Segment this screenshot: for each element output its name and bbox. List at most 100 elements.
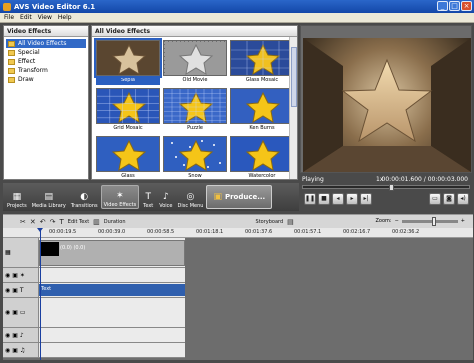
duration-button[interactable]: Duration: [104, 219, 126, 225]
effects-category-tree: Video Effects All Video Effects Special Ef…: [3, 25, 89, 180]
ruler-tick-label: 00:00:58.5: [147, 229, 175, 235]
zoom-control: Zoom: − +: [375, 216, 465, 226]
delete-icon[interactable]: ✕: [30, 218, 36, 226]
effect-thumbnail: [163, 88, 227, 124]
toolbar-button-voice[interactable]: ♪ Voice: [157, 185, 174, 210]
music-track-icon: ♫: [19, 346, 26, 354]
tree-item[interactable]: All Video Effects: [6, 39, 86, 48]
effect-tile[interactable]: Snow: [163, 136, 227, 179]
toolbar-button-text[interactable]: T Text: [140, 185, 156, 210]
effect-tile[interactable]: Old Movie: [163, 40, 227, 86]
effect-track-icon: ✶: [19, 271, 25, 279]
tree-item[interactable]: Effect: [6, 57, 86, 66]
effect-tile[interactable]: Glass: [96, 136, 160, 179]
menu-bar: File Edit View Help: [0, 13, 474, 23]
effects-grid: Sepia Old Movie Glass Mosaic Grid Mosaic Puz…: [92, 37, 297, 179]
video-clip[interactable]: (0.0) (0.0): [39, 240, 185, 266]
effect-tile-label: Ken Burns: [249, 125, 275, 131]
minimize-icon[interactable]: _: [437, 1, 448, 11]
scrollbar-thumb[interactable]: [291, 47, 297, 107]
eye-icon[interactable]: ◉: [5, 332, 10, 339]
edit-text-button[interactable]: Edit Text: [68, 219, 89, 225]
effect-tile[interactable]: Watercolor: [230, 136, 294, 179]
lock-icon[interactable]: ▣: [12, 347, 18, 354]
menu-help[interactable]: Help: [58, 14, 72, 21]
menu-view[interactable]: View: [38, 14, 52, 21]
lock-icon[interactable]: ▣: [12, 332, 18, 339]
snapshot-icon[interactable]: ◙: [443, 193, 455, 205]
tree-item[interactable]: Draw: [6, 75, 86, 84]
lock-icon[interactable]: ▣: [12, 287, 18, 294]
zoom-in-icon[interactable]: +: [461, 218, 465, 224]
tree-item[interactable]: Special: [6, 48, 86, 57]
close-icon[interactable]: ×: [461, 1, 472, 11]
effect-track[interactable]: ◉ ▣ ✶: [3, 268, 185, 283]
lock-icon[interactable]: ▣: [12, 272, 18, 279]
toolbar-button-video-effects[interactable]: ✶ Video Effects: [100, 185, 140, 209]
cut-icon[interactable]: ✂: [20, 218, 26, 226]
overlay-track[interactable]: ◉ ▣ ▭: [3, 298, 185, 328]
storyboard-button[interactable]: Storyboard: [256, 219, 284, 225]
pause-icon[interactable]: ❚❚: [304, 193, 316, 205]
voice-track-header: ◉ ▣ ♪: [3, 328, 39, 342]
window-controls: _ □ ×: [437, 1, 472, 11]
effect-tile[interactable]: Sepia: [94, 38, 162, 86]
voice-track[interactable]: ◉ ▣ ♪: [3, 328, 185, 343]
app-logo-icon: [3, 2, 11, 11]
next-frame-icon[interactable]: ▸: [346, 193, 358, 205]
prev-frame-icon[interactable]: ◂: [332, 193, 344, 205]
effect-track-header: ◉ ▣ ✶: [3, 268, 39, 282]
stop-icon[interactable]: ■: [318, 193, 330, 205]
ruler-tick-label: 00:01:37.6: [245, 229, 273, 235]
music-track[interactable]: ◉ ▣ ♫: [3, 343, 185, 358]
text-track[interactable]: ◉ ▣ T Text: [3, 283, 185, 298]
effect-tile[interactable]: Puzzle: [163, 88, 227, 134]
storyboard-icon[interactable]: ▤: [287, 218, 294, 226]
maximize-icon[interactable]: □: [449, 1, 460, 11]
media-library-icon: ▤: [44, 191, 54, 202]
preview-panel: [300, 25, 472, 173]
tree-item[interactable]: Transform: [6, 66, 86, 75]
seek-knob[interactable]: [389, 184, 394, 191]
zoom-out-icon[interactable]: −: [395, 218, 399, 224]
overlay-track-icon: ▭: [19, 309, 26, 316]
gallery-scrollbar[interactable]: [289, 37, 297, 179]
menu-edit[interactable]: Edit: [20, 14, 32, 21]
eye-icon[interactable]: ◉: [5, 287, 10, 294]
video-track[interactable]: ▦ (0.0) (0.0): [3, 238, 185, 268]
produce-label: Produce...: [224, 193, 266, 201]
video-effects-icon: ✶: [116, 190, 124, 201]
eye-icon[interactable]: ◉: [5, 309, 10, 316]
disc-menu-icon: ◎: [186, 191, 195, 202]
toolbar-button-transitions[interactable]: ◐ Transitions: [69, 185, 100, 210]
voice-track-icon: ♪: [19, 331, 24, 339]
zoom-slider-knob[interactable]: [431, 216, 436, 226]
lock-icon[interactable]: ▣: [12, 309, 18, 316]
transitions-icon: ◐: [80, 191, 89, 202]
duration-icon: ▥: [93, 217, 100, 226]
volume-icon[interactable]: ◂): [457, 193, 469, 205]
film-icon: ▦: [5, 249, 11, 256]
toolbar-button-projects[interactable]: ▦ Projects: [5, 185, 29, 210]
timeline-ruler[interactable]: 00:00:19.5 00:00:39.0 00:00:58.5 00:01:18.1…: [3, 228, 473, 238]
toolbar-button-media-library[interactable]: ▤ Media Library: [30, 185, 68, 210]
text-clip[interactable]: Text: [39, 284, 185, 296]
zoom-slider[interactable]: [401, 216, 458, 226]
tree-header: Video Effects: [4, 26, 88, 37]
toolbar-button-disc-menu[interactable]: ◎ Disc Menu: [176, 185, 206, 210]
fullscreen-icon[interactable]: ▭: [429, 193, 441, 205]
redo-icon[interactable]: ↷: [50, 218, 56, 226]
menu-file[interactable]: File: [4, 14, 14, 21]
text-track-icon: T: [19, 286, 24, 294]
effect-tile[interactable]: Ken Burns: [230, 88, 294, 134]
undo-icon[interactable]: ↶: [40, 218, 46, 226]
effect-tile[interactable]: Grid Mosaic: [96, 88, 160, 134]
eye-icon[interactable]: ◉: [5, 272, 10, 279]
effect-tile[interactable]: Glass Mosaic: [230, 40, 294, 86]
timeline-playhead[interactable]: [37, 228, 43, 360]
eye-icon[interactable]: ◉: [5, 347, 10, 354]
tree-item-label: Transform: [18, 67, 48, 74]
seek-bar[interactable]: [302, 184, 470, 191]
skip-icon[interactable]: ▸|: [360, 193, 372, 205]
produce-button[interactable]: ▣ Produce...: [206, 185, 273, 209]
